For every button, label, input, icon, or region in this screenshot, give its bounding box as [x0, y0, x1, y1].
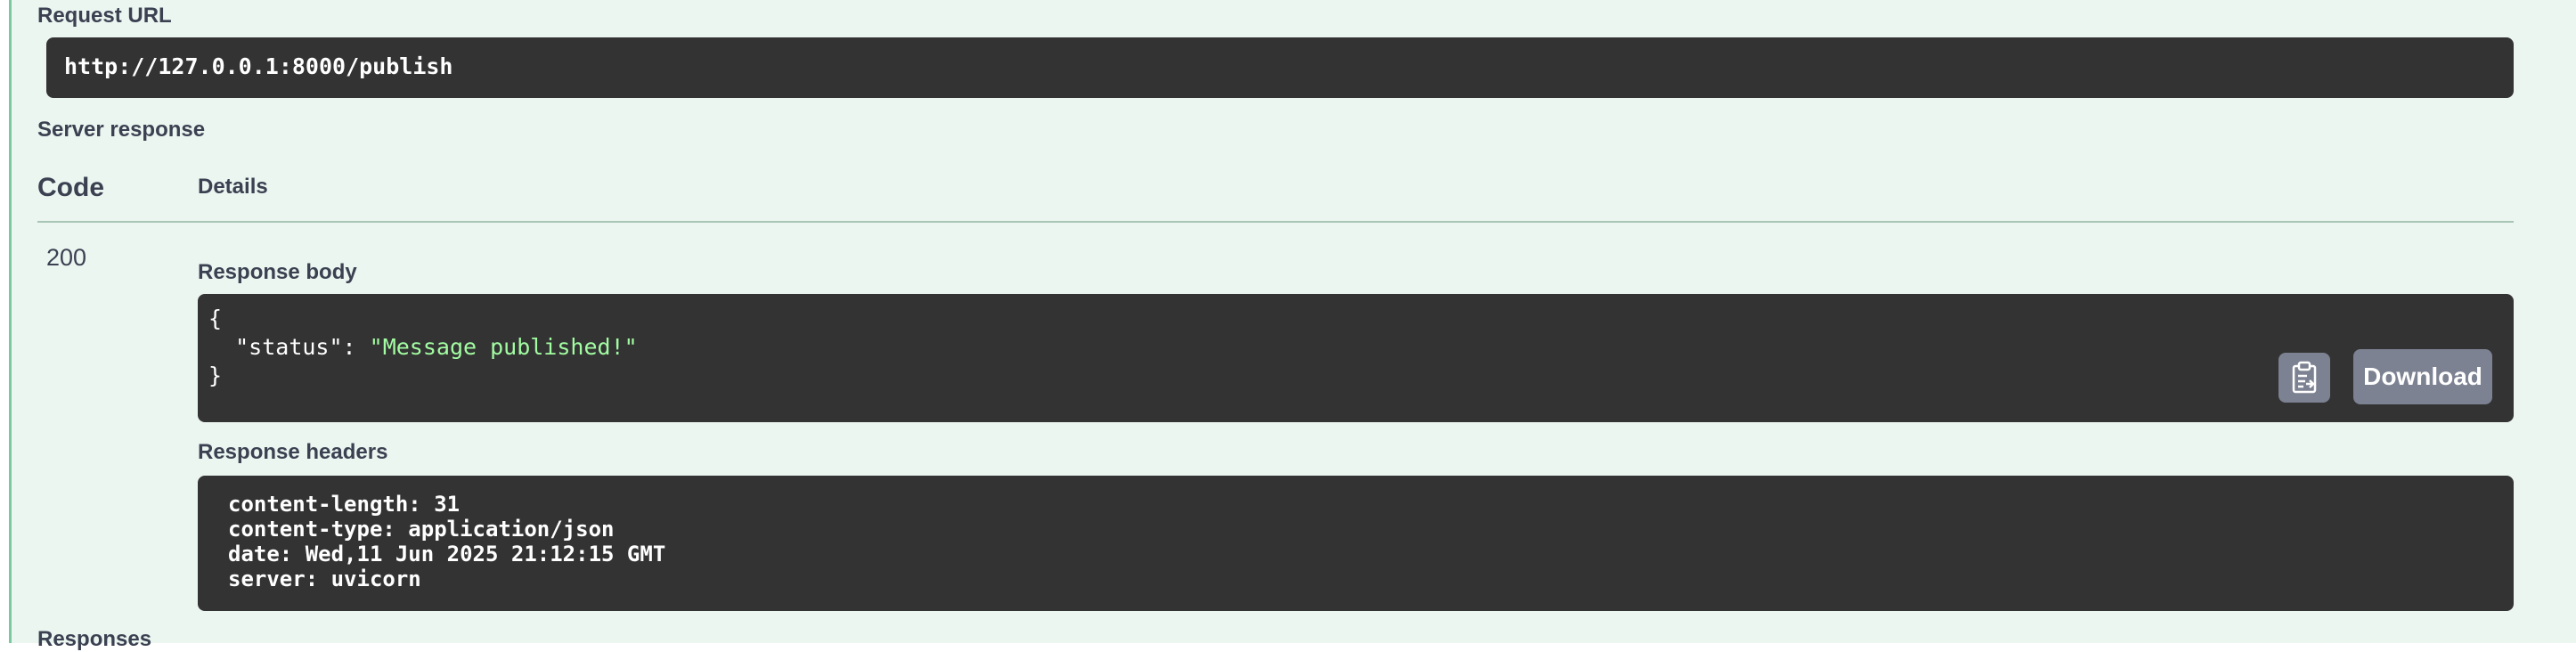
table-header-divider [37, 221, 2514, 223]
json-key: "status" [235, 334, 343, 360]
header-line: content-length: 31 [228, 492, 461, 517]
request-url-label: Request URL [37, 4, 172, 28]
clipboard-icon [2292, 361, 2317, 394]
download-button[interactable]: Download [2353, 349, 2492, 404]
copy-to-clipboard-button[interactable] [2278, 353, 2330, 403]
server-response-label: Server response [37, 118, 206, 142]
responses-section-label: Responses [37, 627, 152, 651]
request-url-box: http://127.0.0.1:8000/publish [46, 37, 2514, 98]
header-line: content-type: application/json [228, 517, 615, 542]
response-headers-label: Response headers [198, 440, 388, 464]
details-column-header: Details [198, 175, 268, 199]
header-line: date: Wed,11 Jun 2025 21:12:15 GMT [228, 542, 666, 566]
code-column-header: Code [37, 173, 104, 202]
response-body-code: { "status": "Message published!" } [208, 305, 638, 390]
json-colon: : [342, 334, 370, 360]
response-headers-box: content-length: 31 content-type: applica… [198, 476, 2514, 611]
response-status-code: 200 [46, 244, 87, 271]
response-body-close-brace: } [208, 363, 223, 388]
request-url-value: http://127.0.0.1:8000/publish [64, 53, 453, 79]
response-body-open-brace: { [208, 306, 223, 331]
response-body-box: { "status": "Message published!" } [198, 294, 2514, 422]
header-line: server: uvicorn [228, 566, 421, 591]
response-headers-list: content-length: 31 content-type: applica… [228, 492, 665, 591]
json-string-value: "Message published!" [369, 334, 638, 360]
response-body-label: Response body [198, 260, 357, 284]
